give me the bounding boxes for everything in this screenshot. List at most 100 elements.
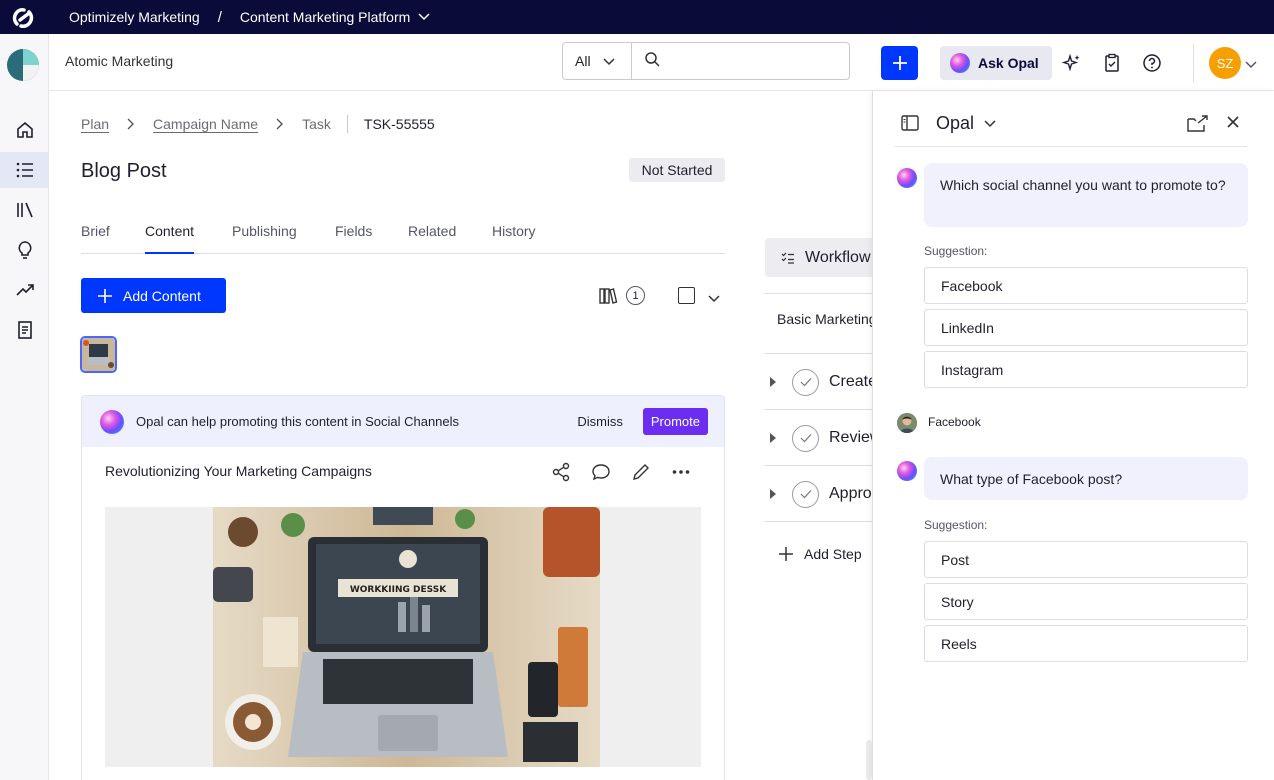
dismiss-button[interactable]: Dismiss <box>577 414 623 429</box>
add-step-button[interactable]: Add Step <box>778 546 862 562</box>
tab-related[interactable]: Related <box>408 223 456 239</box>
project-name: Atomic Marketing <box>65 53 174 69</box>
workflow-step[interactable]: Create <box>770 367 872 397</box>
sparkles-icon[interactable] <box>1060 51 1084 75</box>
ask-opal-button[interactable]: Ask Opal <box>940 46 1052 80</box>
topbar-separator: / <box>217 8 222 26</box>
caret-right-icon <box>770 433 776 443</box>
chevron-down-icon[interactable] <box>1245 56 1257 74</box>
chevron-down-icon[interactable] <box>708 290 720 308</box>
breadcrumb-divider <box>346 115 348 133</box>
workflow-step[interactable]: Approve <box>770 479 872 509</box>
desk-illustration-image: WORKKIING DESSK <box>213 507 600 767</box>
opal-orb-icon <box>897 168 917 188</box>
breadcrumb-plan[interactable]: Plan <box>81 116 109 132</box>
optimizely-logo-icon[interactable] <box>0 0 48 34</box>
user-avatar <box>897 413 917 433</box>
content-preview-area: WORKKIING DESSK <box>105 507 701 767</box>
app-header: Atomic Marketing All Ask Opal SZ <box>49 34 1274 91</box>
opal-title-dropdown[interactable]: Opal <box>936 113 996 134</box>
tab-publishing[interactable]: Publishing <box>232 223 297 239</box>
user-reply: Facebook <box>928 415 981 429</box>
opal-orb-icon <box>897 461 917 481</box>
workflow-title: Workflow <box>805 248 871 266</box>
suggestion-option[interactable]: LinkedIn <box>924 309 1248 346</box>
step-check-icon <box>792 424 819 452</box>
opal-title: Opal <box>936 113 975 133</box>
create-button[interactable] <box>881 46 918 80</box>
banner-text: Opal can help promoting this content in … <box>136 414 460 429</box>
home-icon[interactable] <box>0 112 49 148</box>
chevron-right-icon <box>127 118 135 130</box>
search-scope-select[interactable]: All <box>563 43 632 79</box>
search-bar: All <box>562 42 850 80</box>
tab-fields[interactable]: Fields <box>335 223 372 239</box>
content-title[interactable]: Revolutionizing Your Marketing Campaigns <box>105 463 372 479</box>
brand-logo-icon[interactable] <box>7 49 39 81</box>
caret-right-icon <box>770 377 776 387</box>
top-bar: Optimizely Marketing / Content Marketing… <box>0 0 1274 34</box>
library-icon[interactable] <box>0 192 49 228</box>
workflow-divider <box>765 465 872 466</box>
step-label: Create <box>829 373 872 390</box>
sidebar-toggle-icon[interactable] <box>901 115 919 136</box>
more-options-icon[interactable] <box>671 462 691 487</box>
opal-orb-icon <box>100 409 124 434</box>
search-icon <box>644 51 660 72</box>
suggestion-label: Suggestion: <box>924 518 988 532</box>
search-input[interactable] <box>668 53 838 69</box>
lightbulb-icon[interactable] <box>0 232 49 268</box>
comment-icon[interactable] <box>591 462 611 487</box>
library-count-badge: 1 <box>626 286 645 305</box>
close-icon[interactable] <box>1226 115 1240 134</box>
open-external-icon[interactable] <box>1187 114 1209 137</box>
select-all-checkbox[interactable] <box>678 287 695 304</box>
library-icon[interactable] <box>598 286 618 311</box>
opal-suggestion-banner: Opal can help promoting this content in … <box>82 396 724 447</box>
document-icon[interactable] <box>0 312 49 348</box>
content-thumbnail[interactable] <box>80 336 117 373</box>
workflow-divider <box>765 521 872 522</box>
clipboard-check-icon[interactable] <box>1100 51 1124 75</box>
status-badge[interactable]: Not Started <box>629 158 725 182</box>
workflow-divider <box>765 293 872 294</box>
workflow-header[interactable]: Workflow <box>765 238 872 277</box>
add-step-label: Add Step <box>804 546 862 562</box>
checklist-icon <box>781 252 794 264</box>
page-title: Blog Post <box>81 160 167 182</box>
plus-icon <box>892 56 907 70</box>
suggestion-option[interactable]: Story <box>924 583 1248 620</box>
platform-name: Content Marketing Platform <box>239 9 411 25</box>
chevron-down-icon <box>984 119 996 127</box>
workflow-step[interactable]: Review <box>770 423 872 453</box>
help-icon[interactable] <box>1140 51 1164 75</box>
app-name[interactable]: Optimizely Marketing <box>69 9 200 25</box>
tab-content[interactable]: Content <box>145 223 195 254</box>
thumbnail-image-icon <box>82 338 115 371</box>
trending-icon[interactable] <box>0 272 49 308</box>
platform-switcher[interactable]: Content Marketing Platform <box>240 9 430 25</box>
header-divider <box>1193 44 1194 82</box>
task-id: TSK-55555 <box>363 116 435 132</box>
workflow-divider <box>765 353 872 354</box>
tab-brief[interactable]: Brief <box>81 223 110 239</box>
suggestion-option[interactable]: Post <box>924 541 1248 578</box>
plus-icon <box>779 547 793 561</box>
plus-icon <box>98 288 112 303</box>
search-field <box>632 43 849 79</box>
suggestion-option[interactable]: Facebook <box>924 267 1248 304</box>
share-icon[interactable] <box>551 462 571 487</box>
promote-button[interactable]: Promote <box>642 408 708 435</box>
suggestion-option[interactable]: Reels <box>924 625 1248 662</box>
breadcrumb-task: Task <box>302 116 331 132</box>
user-avatar[interactable]: SZ <box>1209 47 1241 79</box>
edit-icon[interactable] <box>631 462 651 487</box>
breadcrumb-campaign[interactable]: Campaign Name <box>153 116 258 132</box>
search-scope-value: All <box>575 53 591 69</box>
suggestion-option[interactable]: Instagram <box>924 351 1248 388</box>
add-content-button[interactable]: Add Content <box>81 278 226 313</box>
list-icon[interactable] <box>0 152 49 188</box>
workflow-name: Basic Marketing <box>777 311 877 327</box>
panel-divider <box>895 146 1247 147</box>
tab-history[interactable]: History <box>492 223 536 239</box>
